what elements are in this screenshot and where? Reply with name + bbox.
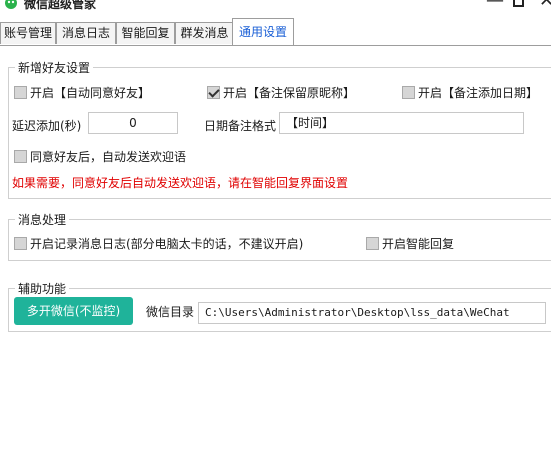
date-format-label: 日期备注格式: [204, 119, 277, 133]
tab-account[interactable]: 账号管理: [0, 22, 56, 44]
welcome-label: 同意好友后，自动发送欢迎语: [30, 150, 187, 164]
app-title: 微信超级管家: [24, 0, 97, 11]
title-bar: 微信超级管家 — ✕: [0, 0, 551, 14]
smart-reply-label: 开启智能回复: [382, 237, 455, 251]
minimize-icon[interactable]: —: [486, 0, 504, 11]
message-log-checkbox[interactable]: 开启记录消息日志(部分电脑太卡的话，不建议开启): [14, 235, 303, 252]
group-border-left: [8, 219, 9, 261]
group-border-top: [8, 288, 551, 289]
checkbox-box[interactable]: [14, 150, 27, 163]
group-border-bottom: [8, 331, 551, 332]
welcome-hint: 如果需要，同意好友后自动发送欢迎语，请在智能回复界面设置: [12, 176, 349, 190]
wechat-dir-input[interactable]: C:\Users\Administrator\Desktop\lss_data\…: [198, 302, 546, 324]
app-logo-icon: [5, 0, 17, 9]
multi-open-wechat-button[interactable]: 多开微信(不监控): [14, 297, 133, 325]
close-icon[interactable]: ✕: [539, 0, 551, 11]
checkbox-box[interactable]: [14, 86, 27, 99]
welcome-checkbox[interactable]: 同意好友后，自动发送欢迎语: [14, 148, 186, 165]
tab-bar: 账号管理 消息日志 智能回复 群发消息 通用设置: [0, 18, 551, 46]
group-border-bottom: [8, 260, 551, 261]
tab-smart-reply[interactable]: 智能回复: [116, 22, 175, 44]
checkbox-box[interactable]: [402, 86, 415, 99]
auto-accept-checkbox[interactable]: 开启【自动同意好友】: [14, 84, 150, 101]
maximize-icon[interactable]: [513, 0, 524, 7]
group-border-top: [8, 219, 551, 220]
checkbox-box[interactable]: [14, 237, 27, 250]
delay-label: 延迟添加(秒): [12, 119, 82, 133]
checkbox-box-checked[interactable]: [207, 86, 220, 99]
wechat-dir-label: 微信目录: [146, 305, 195, 319]
group-border-left: [8, 288, 9, 332]
add-date-remark-checkbox[interactable]: 开启【备注添加日期】: [402, 84, 538, 101]
group-border-bottom: [8, 198, 551, 199]
message-log-label: 开启记录消息日志(部分电脑太卡的话，不建议开启): [30, 237, 304, 251]
delay-input[interactable]: 0: [88, 112, 178, 134]
auto-accept-label: 开启【自动同意好友】: [30, 86, 151, 100]
aux-legend: 辅助功能: [15, 280, 70, 297]
new-friend-legend: 新增好友设置: [15, 59, 94, 76]
checkbox-box[interactable]: [366, 237, 379, 250]
keep-remark-label: 开启【备注保留原昵称】: [223, 86, 356, 100]
tab-bulk-message[interactable]: 群发消息: [175, 22, 234, 44]
add-date-remark-label: 开启【备注添加日期】: [418, 86, 539, 100]
tab-message-log[interactable]: 消息日志: [56, 22, 116, 44]
message-legend: 消息处理: [15, 211, 70, 228]
date-format-input[interactable]: 【时间】: [279, 112, 524, 134]
tab-general-settings[interactable]: 通用设置: [232, 18, 294, 45]
keep-remark-checkbox[interactable]: 开启【备注保留原昵称】: [207, 84, 355, 101]
group-border-left: [8, 67, 9, 199]
smart-reply-checkbox[interactable]: 开启智能回复: [366, 235, 454, 252]
